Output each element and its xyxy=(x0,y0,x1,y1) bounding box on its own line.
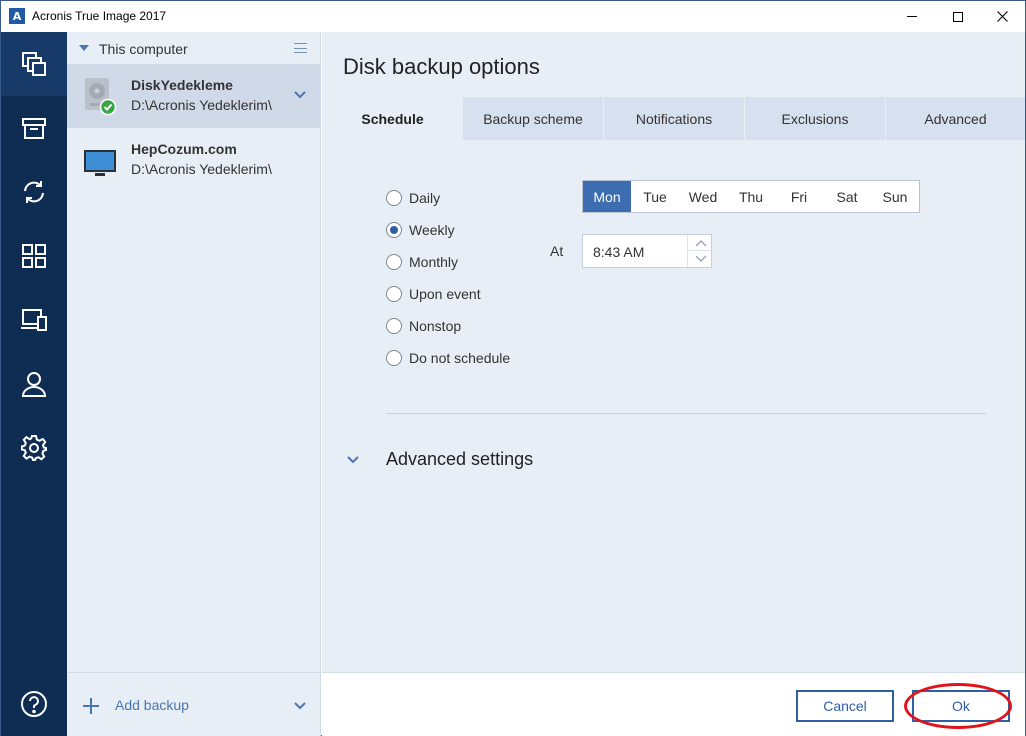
radio-button[interactable] xyxy=(386,350,402,366)
day-fri[interactable]: Fri xyxy=(775,181,823,212)
radio-label: Daily xyxy=(409,190,441,206)
radio-button[interactable] xyxy=(386,318,402,334)
radio-label: Do not schedule xyxy=(409,350,511,366)
gear-icon xyxy=(21,435,47,461)
time-label: At xyxy=(550,243,564,259)
backup-path: D:\Acronis Yedeklerim\ xyxy=(131,161,272,177)
backup-item-diskyedekleme[interactable]: DiskYedekleme D:\Acronis Yedeklerim\ xyxy=(67,64,321,128)
menu-icon[interactable] xyxy=(294,43,307,53)
nav-archive[interactable] xyxy=(1,96,67,160)
divider xyxy=(386,413,986,414)
account-icon xyxy=(21,372,47,397)
nav-devices[interactable] xyxy=(1,288,67,352)
maximize-button[interactable] xyxy=(935,1,981,32)
archive-box-icon xyxy=(22,118,46,139)
radio-weekly[interactable]: Weekly xyxy=(386,221,586,241)
radio-button-checked[interactable] xyxy=(386,222,402,238)
chevron-down-icon xyxy=(347,456,359,464)
backup-name: DiskYedekleme xyxy=(131,77,233,93)
day-sat[interactable]: Sat xyxy=(823,181,871,212)
time-input[interactable]: 8:43 AM xyxy=(582,234,713,268)
window-title: Acronis True Image 2017 xyxy=(32,9,167,23)
page-title: Disk backup options xyxy=(343,54,540,79)
radio-do-not-schedule[interactable]: Do not schedule xyxy=(386,349,586,369)
tools-grid-icon xyxy=(22,244,46,268)
spin-down-button[interactable] xyxy=(688,251,713,267)
sync-icon xyxy=(24,181,44,203)
tab-notifications[interactable]: Notifications xyxy=(603,97,744,140)
radio-label: Upon event xyxy=(409,286,481,302)
radio-button[interactable] xyxy=(386,190,402,206)
options-panel: Disk backup options Schedule Backup sche… xyxy=(322,32,1025,736)
maximize-icon xyxy=(953,11,963,22)
radio-button[interactable] xyxy=(386,254,402,270)
radio-label: Weekly xyxy=(409,222,455,238)
chevron-down-icon[interactable] xyxy=(293,90,307,100)
radio-label: Nonstop xyxy=(409,318,462,334)
nav-account[interactable] xyxy=(1,352,67,416)
tab-exclusions[interactable]: Exclusions xyxy=(744,97,885,140)
acronis-logo-icon: A xyxy=(9,8,25,24)
tab-advanced[interactable]: Advanced xyxy=(885,97,1025,140)
day-mon[interactable]: Mon xyxy=(583,181,631,212)
cancel-button[interactable]: Cancel xyxy=(796,690,894,722)
help-icon xyxy=(21,691,47,717)
day-wed[interactable]: Wed xyxy=(679,181,727,212)
dialog-footer: Cancel Ok xyxy=(322,672,1025,736)
minimize-button[interactable] xyxy=(889,1,935,32)
backup-copies-icon xyxy=(22,52,46,76)
backup-name: HepCozum.com xyxy=(131,141,237,157)
title-bar: A Acronis True Image 2017 xyxy=(1,1,1025,32)
close-icon xyxy=(996,11,1008,22)
radio-label: Monthly xyxy=(409,254,459,270)
day-tue[interactable]: Tue xyxy=(631,181,679,212)
chevron-down-icon xyxy=(695,255,706,262)
add-backup-label: Add backup xyxy=(115,697,189,713)
app-window: A Acronis True Image 2017 This computer … xyxy=(0,0,1026,736)
day-thu[interactable]: Thu xyxy=(727,181,775,212)
options-tabs: Schedule Backup scheme Notifications Exc… xyxy=(322,97,1025,140)
nav-sync[interactable] xyxy=(1,160,67,224)
devices-icon xyxy=(21,309,47,331)
weekday-selector: Mon Tue Wed Thu Fri Sat Sun xyxy=(582,180,920,213)
radio-nonstop[interactable]: Nonstop xyxy=(386,317,586,337)
backup-path: D:\Acronis Yedeklerim\ xyxy=(131,97,272,113)
backup-group-title: This computer xyxy=(99,41,188,57)
navigation-rail xyxy=(1,32,67,736)
tab-backup-scheme[interactable]: Backup scheme xyxy=(462,97,603,140)
tab-schedule[interactable]: Schedule xyxy=(322,97,462,140)
chevron-down-icon[interactable] xyxy=(293,701,307,711)
time-value[interactable]: 8:43 AM xyxy=(593,244,644,260)
add-backup-button[interactable]: Add backup xyxy=(67,672,321,736)
time-spinner xyxy=(687,235,713,267)
nav-backup[interactable] xyxy=(1,32,67,96)
radio-upon-event[interactable]: Upon event xyxy=(386,285,586,305)
backup-list-header[interactable]: This computer xyxy=(67,32,321,64)
plus-icon xyxy=(83,698,99,714)
day-sun[interactable]: Sun xyxy=(871,181,919,212)
spin-up-button[interactable] xyxy=(688,235,713,251)
nav-help[interactable] xyxy=(1,672,67,736)
nav-tools[interactable] xyxy=(1,224,67,288)
backup-item-hepcozum[interactable]: HepCozum.com D:\Acronis Yedeklerim\ xyxy=(67,128,321,192)
radio-daily[interactable]: Daily xyxy=(386,189,586,209)
advanced-settings-label: Advanced settings xyxy=(386,449,534,469)
advanced-settings-toggle[interactable]: Advanced settings xyxy=(346,449,646,475)
backup-list-panel: This computer DiskYedekleme D:\Acronis Y… xyxy=(67,32,321,736)
minimize-icon xyxy=(907,16,917,17)
chevron-up-icon xyxy=(695,239,706,246)
radio-button[interactable] xyxy=(386,286,402,302)
close-button[interactable] xyxy=(979,1,1025,32)
monitor-icon xyxy=(84,150,116,176)
disk-ok-icon xyxy=(85,78,117,116)
ok-button[interactable]: Ok xyxy=(912,690,1010,722)
nav-settings[interactable] xyxy=(1,416,67,480)
caret-down-icon xyxy=(79,45,89,51)
